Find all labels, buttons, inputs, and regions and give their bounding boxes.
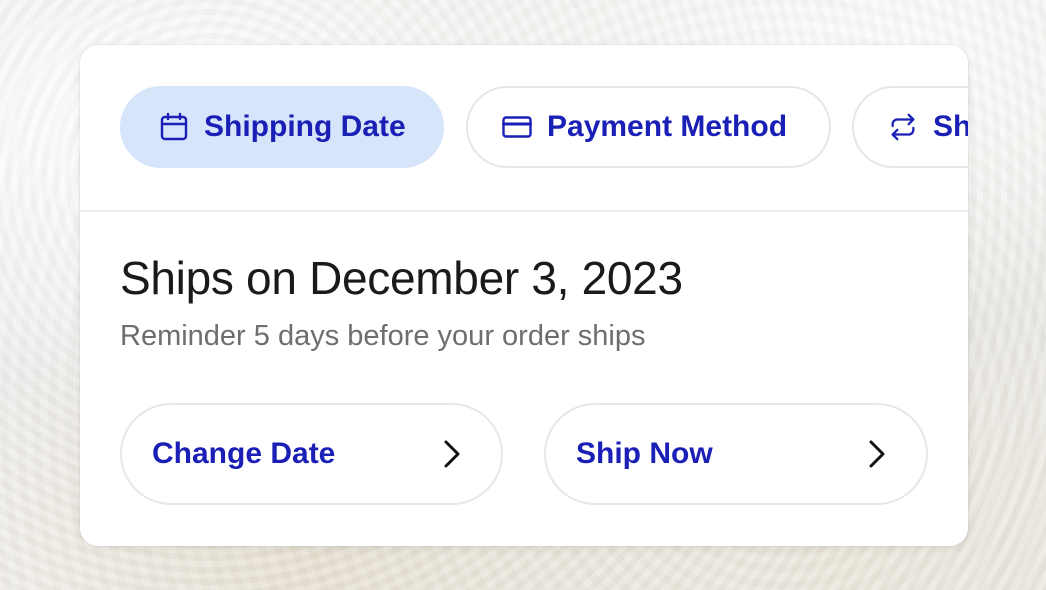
tab-label: Payment Method	[547, 110, 788, 143]
ship-date-heading: Ships on December 3, 2023	[120, 252, 683, 304]
tab-subscription[interactable]: Sh	[852, 86, 968, 168]
tab-shipping-date[interactable]: Shipping Date	[120, 86, 444, 168]
ship-now-label: Ship Now	[576, 437, 713, 470]
tab-label: Shipping Date	[204, 110, 406, 143]
credit-card-icon	[501, 111, 533, 143]
ship-now-button[interactable]: Ship Now	[544, 403, 928, 505]
change-date-button[interactable]: Change Date	[120, 403, 503, 505]
chevron-right-icon	[864, 439, 890, 469]
tab-bar: Shipping Date Payment Method Sh	[80, 45, 968, 211]
tab-payment-method[interactable]: Payment Method	[466, 86, 831, 168]
reminder-text: Reminder 5 days before your order ships	[120, 320, 646, 352]
repeat-icon	[887, 111, 919, 143]
tab-label: Sh	[933, 110, 968, 143]
divider	[80, 210, 968, 212]
shipment-card: Shipping Date Payment Method Sh Ships on…	[80, 45, 968, 546]
change-date-label: Change Date	[152, 437, 336, 470]
calendar-icon	[158, 111, 190, 143]
chevron-right-icon	[439, 439, 465, 469]
